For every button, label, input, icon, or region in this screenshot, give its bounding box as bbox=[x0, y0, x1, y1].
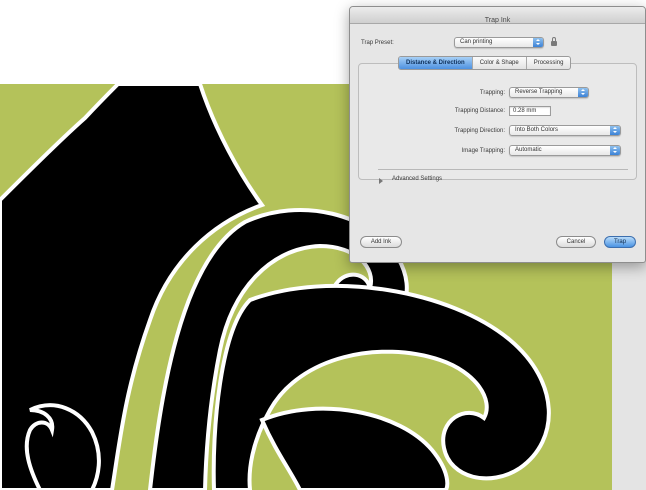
advanced-settings-label[interactable]: Advanced Settings bbox=[392, 176, 442, 182]
artwork-lower-curl bbox=[259, 406, 450, 490]
dialog-title: Trap Ink bbox=[484, 17, 511, 24]
image-trapping-popup[interactable]: Automatic bbox=[509, 145, 621, 156]
popup-arrows-icon bbox=[533, 38, 543, 47]
trap-preset-value: Can printing bbox=[460, 39, 493, 45]
tab-distance-direction[interactable]: Distance & Direction bbox=[399, 57, 472, 69]
trap-preset-label: Trap Preset: bbox=[361, 40, 394, 46]
trap-ink-dialog: Trap Ink Trap Preset: Can printing Trapp… bbox=[349, 6, 646, 263]
trapping-value: Reverse Trapping bbox=[515, 89, 563, 95]
popup-arrows-icon bbox=[578, 88, 588, 97]
trapping-direction-popup[interactable]: Into Both Colors bbox=[509, 125, 621, 136]
trapping-distance-label: Trapping Distance: bbox=[454, 108, 505, 114]
image-trapping-label: Image Trapping: bbox=[461, 148, 505, 154]
popup-arrows-icon bbox=[610, 146, 620, 155]
image-trapping-value: Automatic bbox=[515, 147, 542, 153]
trapping-direction-value: Into Both Colors bbox=[515, 127, 559, 133]
dialog-titlebar: Trap Ink bbox=[350, 7, 645, 24]
tab-bar: Distance & Direction Color & Shape Proce… bbox=[398, 56, 572, 70]
trapping-popup[interactable]: Reverse Trapping bbox=[509, 87, 589, 98]
tab-panel: Trapping: Reverse Trapping Trapping Dist… bbox=[358, 63, 637, 180]
trapping-label: Trapping: bbox=[479, 90, 505, 96]
trap-button[interactable]: Trap bbox=[604, 236, 636, 248]
tab-color-shape[interactable]: Color & Shape bbox=[471, 57, 526, 69]
trapping-direction-label: Trapping Direction: bbox=[454, 128, 505, 134]
trap-preset-popup[interactable]: Can printing bbox=[454, 37, 544, 48]
disclosure-triangle-icon[interactable] bbox=[379, 178, 383, 184]
popup-arrows-icon bbox=[610, 126, 620, 135]
add-ink-button[interactable]: Add Ink bbox=[360, 236, 402, 248]
lock-icon[interactable] bbox=[551, 37, 557, 46]
cancel-button[interactable]: Cancel bbox=[556, 236, 596, 248]
tab-processing[interactable]: Processing bbox=[525, 57, 571, 69]
trapping-distance-field[interactable]: 0.28 mm bbox=[509, 106, 551, 116]
divider bbox=[378, 169, 628, 170]
